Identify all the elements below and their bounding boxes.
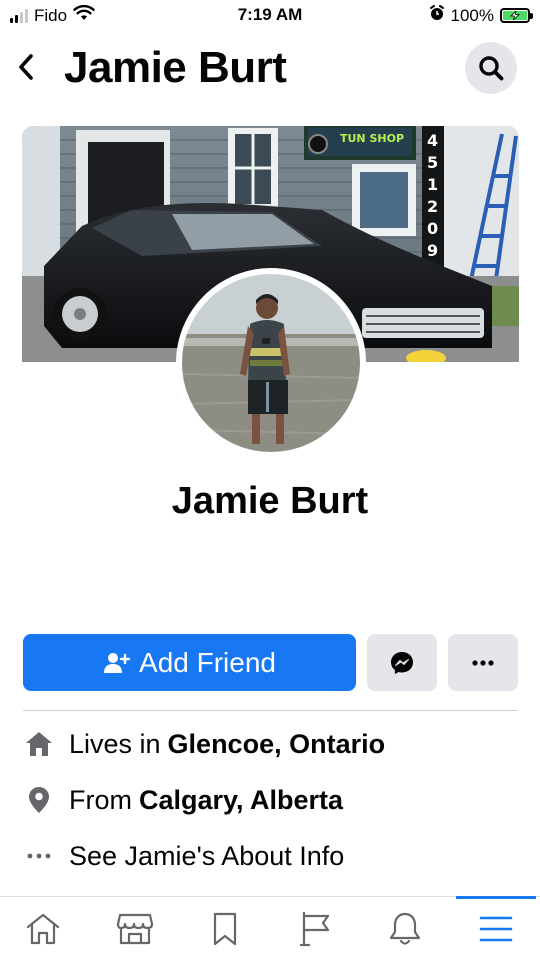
location-pin-icon <box>23 784 55 816</box>
tab-home[interactable] <box>21 907 65 951</box>
tab-notifications[interactable] <box>383 907 427 951</box>
profile-name: Jamie Burt <box>171 480 369 522</box>
bookmark-icon <box>213 912 237 946</box>
intro-lives-in: Lives in Glencoe, Ontario <box>23 724 523 764</box>
back-button[interactable] <box>12 52 40 82</box>
svg-text:2: 2 <box>427 197 438 216</box>
battery-fill <box>503 11 527 20</box>
divider <box>23 710 518 711</box>
lives-in-prefix: Lives in <box>69 728 161 759</box>
svg-text:9: 9 <box>427 241 438 260</box>
messenger-icon <box>391 651 413 674</box>
add-friend-label: Add Friend <box>139 646 276 678</box>
status-right: 100% <box>429 5 533 26</box>
active-tab-indicator <box>456 896 536 899</box>
bell-icon <box>389 912 421 945</box>
more-horizontal-icon <box>472 659 494 666</box>
more-options-button[interactable] <box>448 634 518 691</box>
tab-menu[interactable] <box>474 907 518 951</box>
svg-text:0: 0 <box>427 219 438 238</box>
page-title: Jamie Burt <box>64 43 287 92</box>
home-filled-icon <box>23 728 55 760</box>
svg-text:1: 1 <box>427 175 438 194</box>
intro-from: From Calgary, Alberta <box>23 780 523 820</box>
svg-text:TUN SHOP: TUN SHOP <box>340 132 404 145</box>
from-prefix: From <box>69 784 132 815</box>
profile-picture <box>182 274 360 452</box>
message-button[interactable] <box>367 634 437 691</box>
from-place[interactable]: Calgary, Alberta <box>139 785 343 816</box>
svg-text:4: 4 <box>427 131 438 150</box>
search-icon <box>479 56 504 81</box>
more-horizontal-icon <box>23 840 55 872</box>
svg-text:5: 5 <box>427 153 438 172</box>
battery-percent: 100% <box>450 5 494 25</box>
lives-in-place[interactable]: Glencoe, Ontario <box>168 729 386 760</box>
status-bar: Fido 7:19 AM 100% <box>0 0 540 30</box>
add-friend-icon <box>104 652 131 673</box>
see-about-info-link[interactable]: See Jamie's About Info <box>23 836 523 876</box>
home-icon <box>26 913 60 945</box>
see-about-info-label: See Jamie's About Info <box>69 840 345 871</box>
alarm-icon <box>429 5 445 26</box>
marketplace-icon <box>116 913 154 945</box>
add-friend-button[interactable]: Add Friend <box>23 634 356 691</box>
tab-saved[interactable] <box>203 907 247 951</box>
battery-icon <box>500 8 533 23</box>
tab-pages[interactable] <box>293 907 337 951</box>
chevron-left-icon <box>19 54 33 80</box>
profile-avatar[interactable] <box>176 268 366 458</box>
search-button[interactable] <box>465 42 517 94</box>
tab-marketplace[interactable] <box>113 907 157 951</box>
pages-flag-icon <box>299 911 330 947</box>
profile-header: Jamie Burt <box>0 38 540 98</box>
bottom-tab-bar <box>0 896 540 960</box>
menu-icon <box>479 916 513 942</box>
charging-bolt-icon <box>510 11 520 20</box>
